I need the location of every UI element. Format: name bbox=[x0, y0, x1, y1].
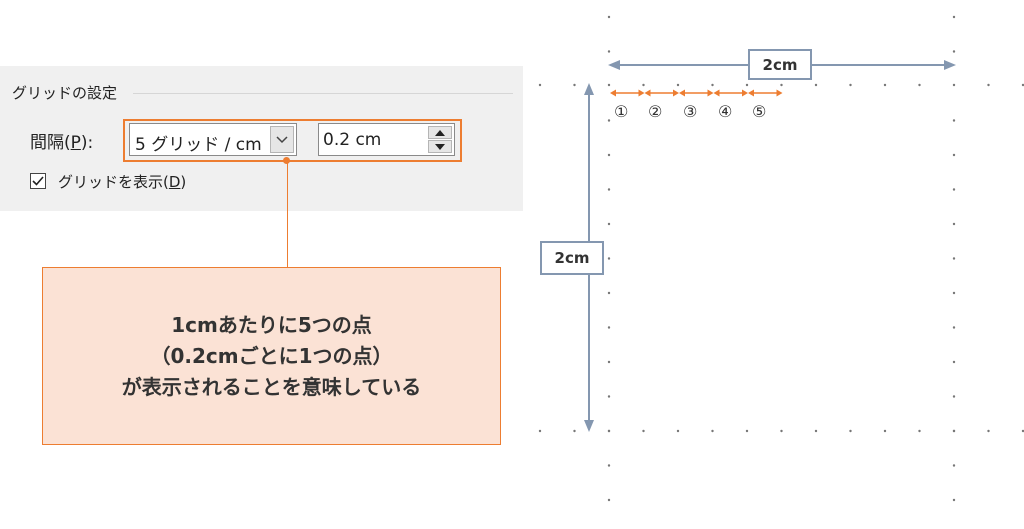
grid-dot bbox=[952, 464, 956, 467]
grid-dot bbox=[642, 83, 645, 87]
grid-dot bbox=[987, 83, 990, 87]
grid-dot bbox=[952, 222, 956, 226]
grid-dot bbox=[849, 429, 852, 433]
grid-dot bbox=[780, 429, 783, 433]
grid-dot bbox=[607, 83, 611, 87]
arrowhead-left bbox=[644, 89, 651, 97]
grid-dot bbox=[849, 83, 852, 87]
arrowhead-right bbox=[742, 89, 748, 97]
arrowhead-left bbox=[748, 89, 754, 97]
arrowhead-right bbox=[673, 89, 679, 97]
grid-dot bbox=[642, 429, 645, 433]
grid-dot bbox=[573, 429, 576, 433]
grid-dot bbox=[607, 119, 611, 122]
grid-dot bbox=[918, 429, 921, 433]
arrowhead-left bbox=[610, 89, 616, 97]
grid-dot bbox=[607, 257, 611, 260]
grid-dot bbox=[952, 153, 956, 157]
grid-dot bbox=[676, 429, 680, 433]
grid-dot bbox=[745, 83, 749, 87]
grid-dot bbox=[952, 15, 956, 19]
grid-dot bbox=[607, 15, 611, 19]
grid-dot bbox=[538, 429, 542, 433]
arrowhead-right bbox=[638, 89, 645, 97]
grid-dots bbox=[538, 15, 1024, 502]
grid-dot bbox=[573, 83, 576, 87]
grid-dot bbox=[952, 360, 956, 364]
grid-dot bbox=[952, 50, 956, 53]
grid-dot bbox=[676, 83, 680, 87]
grid-dot bbox=[745, 429, 749, 433]
grid-dot bbox=[952, 395, 956, 398]
grid-dot bbox=[952, 83, 956, 87]
grid-dot bbox=[607, 153, 611, 157]
grid-dot bbox=[711, 83, 714, 87]
grid-dot bbox=[607, 498, 611, 502]
grid-dot bbox=[607, 464, 611, 467]
grid-dot bbox=[607, 222, 611, 226]
grid-dot bbox=[607, 188, 611, 191]
grid-diagram bbox=[538, 15, 1024, 502]
interval-number-5: ⑤ bbox=[752, 102, 767, 121]
grid-dot bbox=[952, 119, 956, 122]
grid-dot bbox=[538, 83, 542, 87]
interval-number-3: ③ bbox=[683, 102, 698, 121]
grid-dot bbox=[952, 291, 956, 295]
grid-dot bbox=[607, 50, 611, 53]
grid-dot bbox=[711, 429, 714, 433]
grid-dot bbox=[814, 83, 818, 87]
grid-dot bbox=[952, 257, 956, 260]
grid-dot bbox=[918, 83, 921, 87]
grid-dot bbox=[607, 395, 611, 398]
grid-dot bbox=[607, 326, 611, 329]
grid-dot bbox=[607, 360, 611, 364]
arrowhead-left bbox=[679, 89, 685, 97]
grid-dot bbox=[607, 429, 611, 433]
grid-dot bbox=[952, 188, 956, 191]
grid-dot bbox=[883, 429, 887, 433]
arrowhead-right bbox=[707, 89, 714, 97]
interval-number-1: ① bbox=[614, 102, 629, 121]
interval-number-2: ② bbox=[648, 102, 663, 121]
grid-dot bbox=[987, 429, 990, 433]
grid-dot bbox=[952, 326, 956, 329]
height-label: 2cm bbox=[540, 241, 604, 275]
grid-dot bbox=[952, 429, 956, 433]
grid-dot bbox=[607, 291, 611, 295]
arrowhead-left bbox=[713, 89, 720, 97]
width-label: 2cm bbox=[748, 49, 812, 80]
arrowhead-right bbox=[776, 89, 783, 97]
interval-number-4: ④ bbox=[718, 102, 733, 121]
grid-dot bbox=[814, 429, 818, 433]
grid-dot bbox=[780, 83, 783, 87]
interval-arrows bbox=[610, 89, 783, 97]
grid-dot bbox=[883, 83, 887, 87]
grid-dot bbox=[952, 498, 956, 502]
